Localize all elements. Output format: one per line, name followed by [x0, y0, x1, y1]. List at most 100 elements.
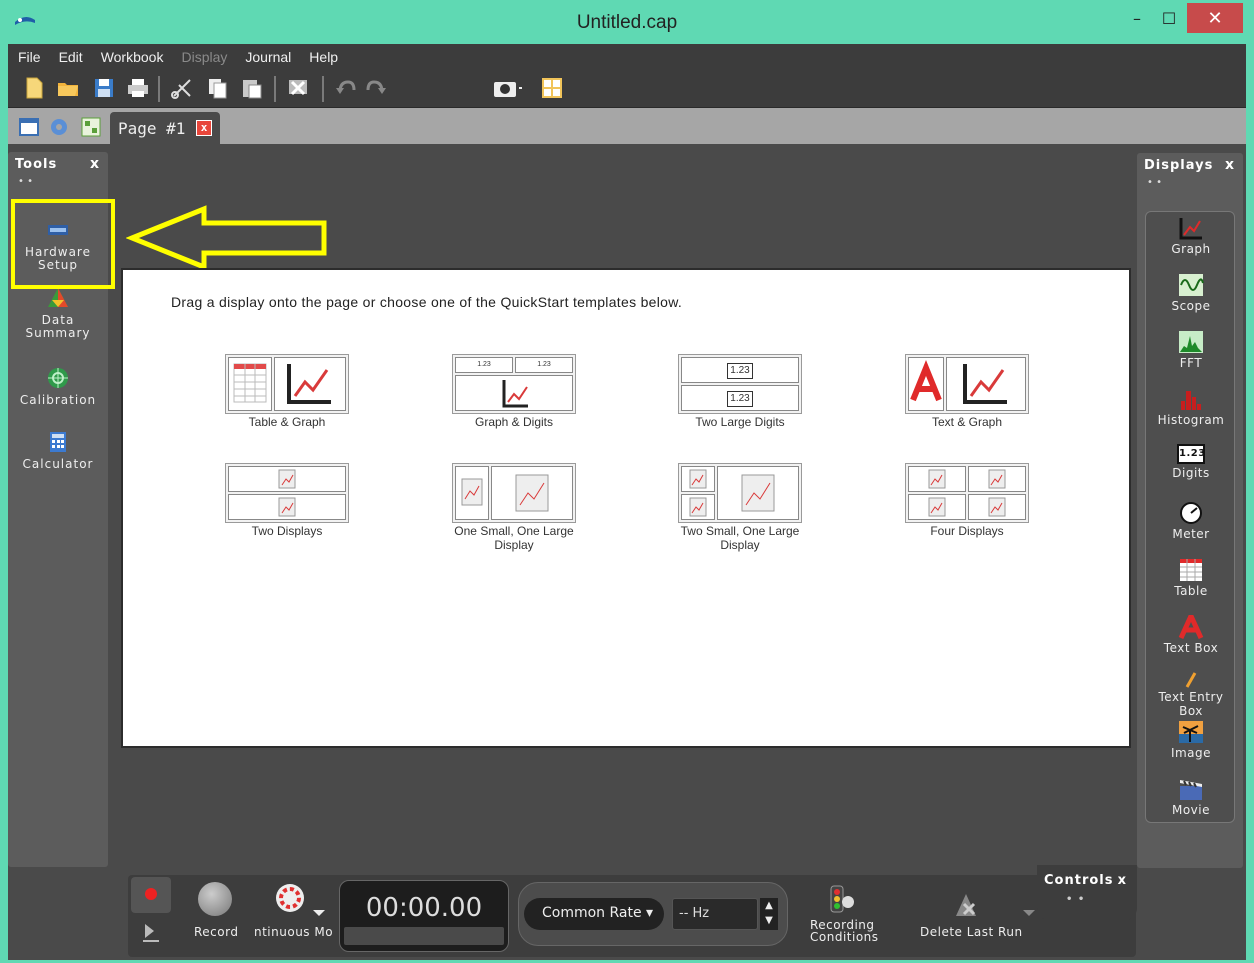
- menu-help[interactable]: Help: [309, 49, 338, 65]
- tool-calculator[interactable]: Calculator: [8, 430, 108, 471]
- tools-grip[interactable]: • •: [8, 177, 108, 191]
- record-button[interactable]: [198, 882, 232, 916]
- layout-icon[interactable]: [540, 76, 564, 100]
- table-icon: [228, 357, 272, 411]
- rate-input[interactable]: -- Hz: [672, 898, 758, 930]
- chevron-down-icon[interactable]: [312, 908, 326, 918]
- highlight-box: [11, 199, 115, 289]
- close-button[interactable]: ✕: [1187, 3, 1243, 33]
- delete-last-run-label: Delete Last Run: [920, 925, 1023, 939]
- toolbar-separator: [274, 76, 276, 102]
- display-digits[interactable]: 1.23 Digits: [1146, 444, 1236, 480]
- displays-grip[interactable]: • •: [1137, 178, 1243, 192]
- delete-display-icon[interactable]: [286, 76, 310, 100]
- template-two-displays[interactable]: Two Displays: [225, 463, 349, 538]
- digits-box: 1.23: [515, 357, 573, 373]
- template-table-graph[interactable]: Table & Graph: [225, 354, 349, 429]
- app-window: Untitled.cap – ☐ ✕ File Edit Workbook Di…: [0, 0, 1254, 963]
- new-file-icon[interactable]: [22, 76, 46, 100]
- meter-icon: [1180, 502, 1202, 524]
- window-title: Untitled.cap: [576, 12, 678, 33]
- display-placeholder: [908, 494, 966, 520]
- menu-file[interactable]: File: [18, 49, 41, 65]
- calculator-icon: [50, 432, 66, 452]
- sampling-mode-icon[interactable]: [274, 882, 306, 914]
- display-movie[interactable]: Movie: [1146, 777, 1236, 817]
- display-table[interactable]: Table: [1146, 558, 1236, 598]
- display-placeholder: [228, 466, 346, 492]
- sampling-mode-label: ntinuous Mo: [254, 925, 334, 939]
- record-mode-button[interactable]: [131, 877, 171, 913]
- tab-close-icon[interactable]: x: [196, 120, 212, 136]
- template-two-large-digits[interactable]: 1.23 1.23 Two Large Digits: [678, 354, 802, 429]
- image-icon: [1179, 721, 1203, 743]
- maximize-button[interactable]: ☐: [1154, 3, 1184, 33]
- controls-close-icon[interactable]: x: [1118, 873, 1127, 888]
- common-rate-dropdown[interactable]: Common Rate ▾: [524, 898, 664, 930]
- display-scope[interactable]: Scope: [1146, 273, 1236, 313]
- display-text-entry-box[interactable]: Text Entry Box: [1146, 672, 1236, 718]
- settings-gear-icon[interactable]: [48, 116, 70, 138]
- download-icon[interactable]: [142, 922, 160, 944]
- template-two-small-one-large[interactable]: Two Small, One Large Display: [678, 463, 802, 552]
- timer-value: 00:00.00: [365, 893, 483, 923]
- page-canvas[interactable]: Drag a display onto the page or choose o…: [121, 268, 1131, 748]
- template-four-displays[interactable]: Four Displays: [905, 463, 1029, 538]
- undo-icon[interactable]: [334, 76, 358, 100]
- display-placeholder: [491, 466, 573, 520]
- displays-close-icon[interactable]: x: [1225, 157, 1235, 173]
- tab-label: Page #1: [118, 119, 186, 138]
- graph-icon: [455, 375, 573, 411]
- minimize-button[interactable]: –: [1122, 3, 1152, 33]
- chevron-down-icon[interactable]: [1022, 908, 1036, 918]
- table-icon: [1180, 559, 1202, 581]
- print-icon[interactable]: [126, 76, 150, 100]
- graph-icon: [946, 357, 1026, 411]
- data-summary-icon: [48, 288, 68, 307]
- cut-icon[interactable]: [170, 76, 194, 100]
- histogram-icon: [1181, 391, 1201, 410]
- window-icon[interactable]: [18, 116, 40, 138]
- template-text-graph[interactable]: Text & Graph: [905, 354, 1029, 429]
- calibration-icon: [48, 368, 68, 388]
- display-image[interactable]: Image: [1146, 720, 1236, 760]
- display-text-box[interactable]: Text Box: [1146, 615, 1236, 655]
- tab-page-1[interactable]: Page #1 x: [110, 112, 220, 144]
- display-histogram[interactable]: Histogram: [1146, 387, 1236, 427]
- tools-close-icon[interactable]: x: [90, 156, 100, 172]
- menu-journal[interactable]: Journal: [245, 49, 291, 65]
- tools-title: Tools: [15, 157, 58, 172]
- rate-stepper[interactable]: ▲ ▼: [760, 898, 778, 930]
- display-fft[interactable]: FFT: [1146, 330, 1236, 370]
- displays-panel: Displays x • • Graph Scope FFT Histogram: [1137, 153, 1243, 868]
- save-icon[interactable]: [92, 76, 116, 100]
- menu-edit[interactable]: Edit: [59, 49, 83, 65]
- menu-bar: File Edit Workbook Display Journal Help: [8, 44, 1246, 70]
- redo-icon[interactable]: [364, 76, 388, 100]
- camera-icon[interactable]: [492, 76, 524, 100]
- graph-icon: [274, 357, 346, 411]
- menu-workbook[interactable]: Workbook: [101, 49, 164, 65]
- paste-icon[interactable]: [240, 76, 264, 100]
- digits-box: 1.23: [681, 357, 799, 383]
- template-one-small-one-large[interactable]: One Small, One Large Display: [452, 463, 576, 552]
- recording-conditions-label: Recording Conditions: [810, 918, 879, 944]
- tool-data-summary[interactable]: Data Summary: [8, 286, 108, 340]
- delete-run-icon[interactable]: [952, 890, 982, 920]
- copy-icon[interactable]: [206, 76, 230, 100]
- display-placeholder: [968, 494, 1026, 520]
- display-placeholder: [681, 494, 715, 520]
- template-graph-digits[interactable]: 1.23 1.23 Graph & Digits: [452, 354, 576, 429]
- tool-calibration[interactable]: Calibration: [8, 366, 108, 407]
- displays-panel-header: Displays x: [1137, 153, 1243, 178]
- page-layout-icon[interactable]: [80, 116, 102, 138]
- display-meter[interactable]: Meter: [1146, 501, 1236, 541]
- toolbar-separator: [158, 76, 160, 102]
- display-graph[interactable]: Graph: [1146, 216, 1236, 256]
- display-placeholder: [455, 466, 489, 520]
- display-placeholder: [717, 466, 799, 520]
- recording-conditions-icon[interactable]: [826, 884, 856, 914]
- controls-grip[interactable]: • •: [1044, 894, 1137, 905]
- text-box-icon: [1178, 615, 1204, 639]
- open-folder-icon[interactable]: [56, 76, 80, 100]
